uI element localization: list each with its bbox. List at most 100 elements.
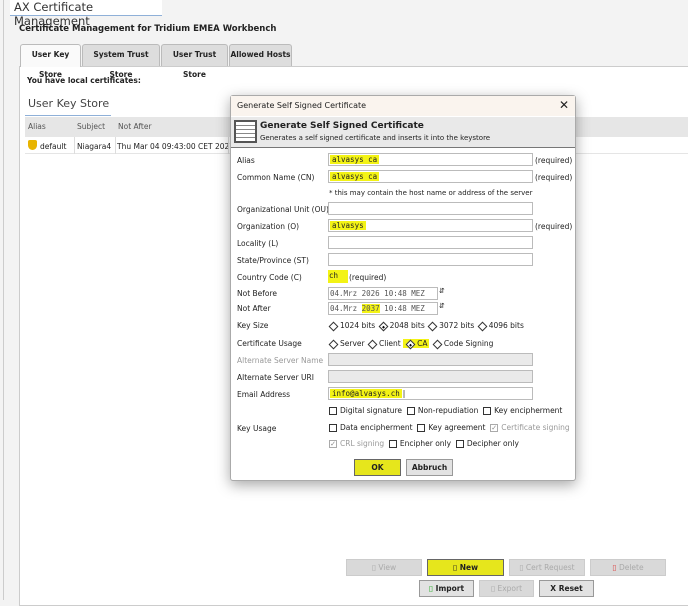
alt-name-input[interactable]	[328, 353, 533, 366]
radio-icon	[427, 321, 438, 331]
key-size-3072[interactable]: 3072 bits	[427, 321, 475, 331]
radio-label: 2048 bits	[389, 321, 425, 330]
generate-cert-dialog: Generate Self Signed Certificate ✕ Gener…	[230, 95, 576, 481]
radio-label: 3072 bits	[439, 321, 475, 330]
dialog-title-bar[interactable]: Generate Self Signed Certificate	[231, 96, 575, 116]
not-after-spinner-icon[interactable]: ⇵	[439, 302, 445, 310]
key-size-1024[interactable]: 1024 bits	[328, 321, 376, 331]
certificate-icon	[234, 120, 257, 143]
required-note: (required)	[349, 273, 387, 282]
close-icon[interactable]: ✕	[559, 98, 569, 112]
email-label: Email Address	[237, 390, 291, 399]
cb-crl-signing[interactable]: ✓ CRL signing	[329, 439, 384, 448]
not-before-input[interactable]: 04.Mrz 2026 10:48 MEZ	[328, 287, 438, 300]
col-divider	[74, 137, 75, 154]
email-input[interactable]: info@alvasys.ch |	[328, 387, 533, 400]
tab-user-trust-store[interactable]: User Trust Store	[161, 44, 228, 79]
checkbox-label: Encipher only	[399, 439, 452, 448]
ou-input[interactable]	[328, 202, 533, 215]
dialog-header: Generate Self Signed Certificate Generat…	[231, 117, 575, 148]
not-before-spinner-icon[interactable]: ⇵	[439, 287, 445, 295]
not-after-date: 04.Mrz	[330, 304, 362, 313]
not-after-label: Not After	[237, 304, 271, 313]
country-input[interactable]: ch	[328, 270, 348, 283]
org-value: alvasys	[330, 221, 366, 230]
import-icon: ▯	[428, 584, 434, 593]
usage-radio-group: Server Client CA Code Signing	[328, 339, 493, 349]
col-subject[interactable]: Subject	[77, 122, 105, 131]
usage-server[interactable]: Server	[328, 339, 365, 349]
alias-input[interactable]: alvasys ca	[328, 153, 533, 166]
app-title-tab[interactable]: AX Certificate Management	[10, 0, 162, 28]
key-size-label: Key Size	[237, 321, 269, 330]
ou-label: Organizational Unit (OU)	[237, 205, 329, 214]
new-label: New	[459, 563, 479, 572]
checkbox-icon	[417, 424, 426, 432]
cancel-button[interactable]: Abbruch	[406, 459, 453, 476]
reset-icon: Ⅹ	[550, 584, 557, 593]
not-after-time: 10:48 MEZ	[379, 304, 425, 313]
import-button[interactable]: ▯ Import	[419, 580, 474, 597]
cb-key-encipherment[interactable]: Key encipherment	[483, 406, 562, 415]
locality-label: Locality (L)	[237, 239, 279, 248]
key-size-2048[interactable]: 2048 bits	[378, 321, 425, 331]
cb-data-encipherment[interactable]: Data encipherment	[329, 423, 413, 432]
cert-request-label: Cert Request	[525, 563, 575, 572]
export-button[interactable]: ▯ Export	[479, 580, 534, 597]
required-note: (required)	[535, 222, 573, 231]
not-after-year: 2037	[361, 304, 380, 313]
reset-button[interactable]: Ⅹ Reset	[539, 580, 594, 597]
checkbox-icon	[455, 440, 464, 448]
radio-label: 4096 bits	[488, 321, 524, 330]
cb-certificate-signing[interactable]: ✓ Certificate signing	[490, 423, 570, 432]
alt-name-label: Alternate Server Name	[237, 356, 324, 365]
view-button[interactable]: ▯ View	[346, 559, 422, 576]
checkbox-label: CRL signing	[340, 439, 385, 448]
radio-label: CA	[417, 339, 428, 348]
usage-ca[interactable]: CA	[403, 339, 430, 349]
checkbox-icon	[406, 407, 415, 415]
radio-label: 1024 bits	[340, 321, 376, 330]
cn-value: alvasys ca	[330, 172, 380, 181]
cb-key-agreement[interactable]: Key agreement	[417, 423, 485, 432]
left-border	[3, 0, 4, 600]
cn-input[interactable]: alvasys ca	[328, 170, 533, 183]
col-alias[interactable]: Alias	[28, 122, 46, 131]
radio-icon	[328, 339, 339, 349]
col-not-after[interactable]: Not After	[118, 122, 152, 131]
checkbox-label: Data encipherment	[340, 423, 413, 432]
tab-user-key-store[interactable]: User Key Store	[20, 44, 81, 79]
cn-note: * this may contain the host name or addr…	[329, 189, 533, 197]
state-input[interactable]	[328, 253, 533, 266]
alt-uri-input[interactable]	[328, 370, 533, 383]
tab-system-trust-store[interactable]: System Trust Store	[82, 44, 160, 79]
checkbox-checked-icon: ✓	[490, 424, 499, 432]
key-size-radio-group: 1024 bits 2048 bits 3072 bits 4096 bits	[328, 321, 524, 331]
cb-encipher-only[interactable]: Encipher only	[388, 439, 452, 448]
cert-request-button[interactable]: ▯ Cert Request	[509, 559, 585, 576]
cb-decipher-only[interactable]: Decipher only	[455, 439, 519, 448]
key-cert-icon	[28, 140, 37, 150]
key-size-4096[interactable]: 4096 bits	[477, 321, 524, 331]
radio-selected-icon	[405, 339, 416, 349]
checkbox-label: Decipher only	[466, 439, 519, 448]
delete-button[interactable]: ▯ Delete	[590, 559, 666, 576]
checkbox-icon	[329, 407, 337, 415]
ok-button[interactable]: OK	[354, 459, 401, 476]
col-divider	[228, 137, 229, 154]
key-usage-row: Data encipherment Key agreement ✓ Certifi…	[329, 423, 570, 432]
email-value: info@alvasys.ch	[330, 389, 402, 398]
locality-input[interactable]	[328, 236, 533, 249]
usage-code-signing[interactable]: Code Signing	[432, 339, 493, 349]
tab-allowed-hosts[interactable]: Allowed Hosts	[229, 44, 292, 66]
checkbox-label: Non-repudiation	[417, 406, 479, 415]
cb-digital-signature[interactable]: Digital signature	[329, 406, 402, 415]
usage-client[interactable]: Client	[367, 339, 401, 349]
org-input[interactable]: alvasys	[328, 219, 533, 232]
checkbox-icon	[388, 440, 397, 448]
cell-subject: Niagara4	[77, 142, 112, 151]
new-button[interactable]: ▯ New	[427, 559, 504, 576]
cn-label: Common Name (CN)	[237, 173, 315, 182]
not-after-input[interactable]: 04.Mrz 2037 10:48 MEZ	[328, 302, 438, 315]
cb-non-repudiation[interactable]: Non-repudiation	[406, 406, 479, 415]
